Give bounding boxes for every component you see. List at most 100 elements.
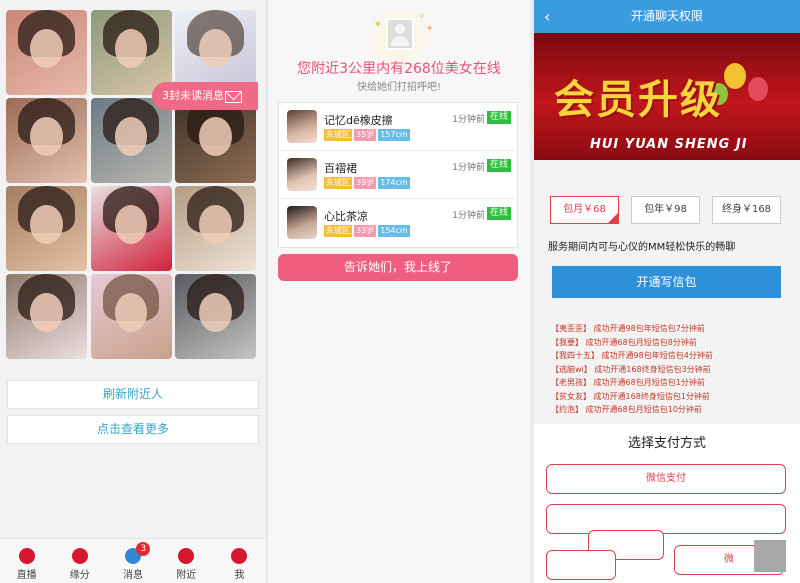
online-users-panel: ✦ ✦ ✧ 您附近3公里内有268位美女在线 快给她们打招呼吧! 记忆dē橡皮擦… xyxy=(268,0,530,583)
banner-title: 会员升级 xyxy=(554,77,722,123)
user-photo[interactable] xyxy=(6,10,87,95)
user-photo[interactable] xyxy=(6,186,87,271)
list-item[interactable]: 百褶裙 东城区 39岁 174cm 1分钟前 在线 xyxy=(279,151,517,199)
list-item: 【约泡】 成功开通68包月短信包10分钟前 xyxy=(551,403,791,417)
pay-option-button[interactable] xyxy=(546,550,616,580)
avatar xyxy=(287,158,317,191)
log-nick: 【我四十五】 xyxy=(551,351,599,360)
message-badge: 3 xyxy=(136,542,151,556)
pay-option-label: 微 xyxy=(724,554,734,565)
tab-fate[interactable]: 缘分 xyxy=(53,539,106,583)
home-icon xyxy=(231,548,248,564)
back-arrow-icon[interactable]: ‹ xyxy=(544,0,550,33)
wechat-pay-button[interactable]: 微信支付 xyxy=(546,464,786,494)
user-photo[interactable] xyxy=(175,274,256,359)
district-tag: 东城区 xyxy=(324,177,352,189)
balloon-icon xyxy=(748,77,768,101)
refresh-nearby-button[interactable]: 刷新附近人 xyxy=(7,380,259,409)
log-text: 成功开通168终身短信包3分钟前 xyxy=(594,364,711,374)
photo-grid xyxy=(6,10,256,359)
log-nick: 【老男孩】 xyxy=(551,378,591,387)
plan-lifetime-option[interactable]: 终身￥168 xyxy=(712,196,781,224)
list-item: 【我四十五】 成功开通98包年短信包4分钟前 xyxy=(551,349,791,363)
user-photo[interactable] xyxy=(90,98,172,183)
avatar xyxy=(287,206,317,239)
online-user-list: 记忆dē橡皮擦 东城区 35岁 157cm 1分钟前 在线 百褶裙 东城区 39… xyxy=(278,102,518,248)
tab-label: 缘分 xyxy=(69,570,90,581)
log-text: 成功开通68包月短信包1分钟前 xyxy=(593,378,705,387)
log-nick: 【我要】 xyxy=(551,337,583,347)
log-text: 成功开通68包月短信包10分钟前 xyxy=(585,405,702,414)
district-tag: 东城区 xyxy=(324,129,352,141)
pay-option-button[interactable] xyxy=(546,504,786,534)
list-item: 【我要】 成功开通68包月短信包8分钟前 xyxy=(551,336,791,350)
tab-label: 我 xyxy=(234,570,245,581)
tab-live[interactable]: 直播 xyxy=(0,539,53,583)
log-text: 成功开通98包年短信包4分钟前 xyxy=(601,351,713,360)
payment-sheet-title: 选择支付方式 xyxy=(627,436,706,451)
user-photo[interactable] xyxy=(90,274,172,359)
last-active-time: 1分钟前 xyxy=(452,211,485,221)
plan-yearly-option[interactable]: 包年￥98 xyxy=(631,196,700,224)
user-photo[interactable] xyxy=(6,274,87,359)
mail-icon xyxy=(225,91,242,103)
online-badge: 在线 xyxy=(486,111,511,124)
nearby-panel: 3封未读消息 刷新附近人 点击查看更多 直播 缘分 3 消息 附近 我 xyxy=(0,0,266,583)
default-avatar-icon xyxy=(386,18,414,50)
user-name: 记忆dē橡皮擦 xyxy=(324,114,393,127)
chat-permission-panel: ‹ 开通聊天权限 会员升级 HUI YUAN SHENG JI 包月￥68 包年… xyxy=(534,0,800,583)
balloon-icon xyxy=(724,63,746,89)
list-item[interactable]: 记忆dē橡皮擦 东城区 35岁 157cm 1分钟前 在线 xyxy=(279,103,517,151)
log-nick: 【约泡】 xyxy=(551,405,583,414)
online-badge: 在线 xyxy=(486,207,511,220)
tab-messages[interactable]: 3 消息 xyxy=(106,539,159,583)
announce-online-button[interactable]: 告诉她们，我上线了 xyxy=(278,254,518,281)
log-nick: 【夷歪歪】 xyxy=(551,324,591,333)
sparkle-icon: ✧ xyxy=(418,12,426,22)
banner-pinyin: HUI YUAN SHENG JI xyxy=(590,137,748,152)
user-photo[interactable] xyxy=(175,186,256,271)
user-name: 心比茶凉 xyxy=(324,210,368,223)
list-item[interactable]: 心比茶凉 东城区 33岁 154cm 1分钟前 在线 xyxy=(279,199,517,247)
online-badge: 在线 xyxy=(486,159,511,172)
heart-icon xyxy=(71,548,88,564)
last-active-time: 1分钟前 xyxy=(452,115,485,125)
purchase-log: 【夷歪歪】 成功开通98包年短信包7分钟前 【我要】 成功开通68包月短信包8分… xyxy=(551,322,791,417)
user-name: 百褶裙 xyxy=(324,162,357,175)
live-icon xyxy=(18,548,35,564)
view-more-button[interactable]: 点击查看更多 xyxy=(7,415,259,444)
vip-upgrade-banner: 会员升级 HUI YUAN SHENG JI xyxy=(534,33,800,160)
last-active-time: 1分钟前 xyxy=(452,163,485,173)
plan-description: 服务期间内可与心仪的MM轻松快乐的畅聊 xyxy=(548,242,736,253)
open-letter-pack-button[interactable]: 开通写信包 xyxy=(552,266,781,298)
tab-label: 附近 xyxy=(176,570,197,581)
user-photo[interactable] xyxy=(6,98,87,183)
height-tag: 154cm xyxy=(378,225,410,237)
nav-bar: ‹ 开通聊天权限 xyxy=(534,0,800,33)
tab-me[interactable]: 我 xyxy=(213,539,266,583)
greeting-subline: 快给她们打招呼吧! xyxy=(356,82,441,93)
nearby-count-headline: 您附近3公里内有268位美女在线 xyxy=(297,61,501,77)
log-text: 成功开通98包年短信包7分钟前 xyxy=(593,324,705,333)
user-photo[interactable] xyxy=(90,186,172,271)
unread-messages-button[interactable]: 3封未读消息 xyxy=(152,82,258,110)
tab-nearby[interactable]: 附近 xyxy=(160,539,213,583)
plan-monthly-option[interactable]: 包月￥68 xyxy=(550,196,619,224)
list-item: 【逃脑wi】 成功开通168终身短信包3分钟前 xyxy=(551,363,791,377)
height-tag: 174cm xyxy=(378,177,410,189)
tab-label: 消息 xyxy=(123,570,143,581)
page-title: 开通聊天权限 xyxy=(630,9,703,23)
overlay-block xyxy=(754,540,786,572)
age-tag: 39岁 xyxy=(354,177,377,189)
log-nick: 【贫女友】 xyxy=(551,391,591,401)
log-nick: 【逃脑wi】 xyxy=(551,364,592,374)
age-tag: 35岁 xyxy=(354,129,377,141)
sparkle-icon: ✦ xyxy=(374,20,382,30)
tab-label: 直播 xyxy=(16,570,37,581)
location-icon xyxy=(178,548,195,564)
unread-label: 3封未读消息 xyxy=(162,89,224,102)
list-item: 【老男孩】 成功开通68包月短信包1分钟前 xyxy=(551,376,791,390)
user-photo[interactable] xyxy=(175,98,256,183)
list-item: 【贫女友】 成功开通168终身短信包1分钟前 xyxy=(551,390,791,404)
sparkle-icon: ✦ xyxy=(426,24,434,34)
